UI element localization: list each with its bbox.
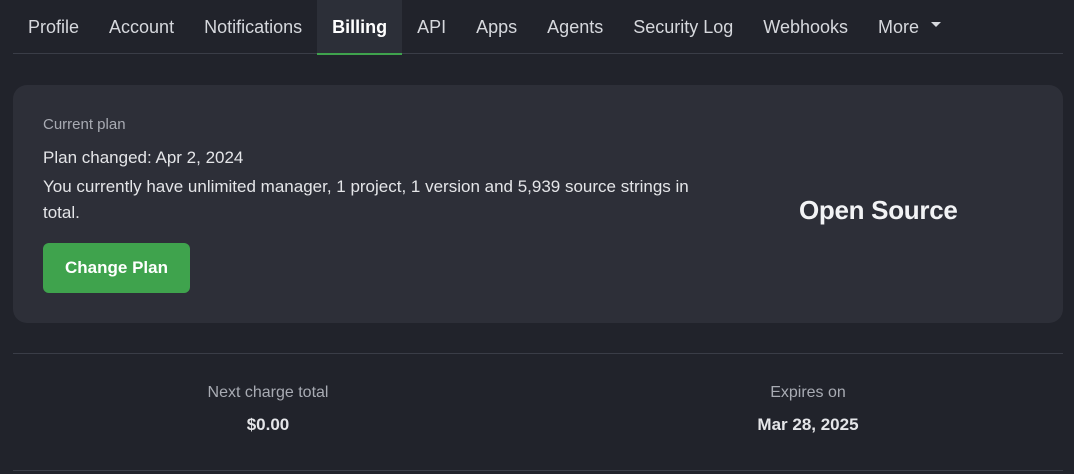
tab-api[interactable]: API bbox=[402, 0, 461, 54]
tab-label: More bbox=[878, 16, 920, 37]
tab-label: Notifications bbox=[204, 16, 303, 37]
settings-tabs: Profile Account Notifications Billing AP… bbox=[13, 0, 1063, 55]
tab-agents[interactable]: Agents bbox=[532, 0, 618, 54]
tab-label: Webhooks bbox=[763, 16, 848, 37]
tab-label: API bbox=[417, 16, 447, 37]
expires-label: Expires on bbox=[770, 384, 846, 401]
tab-label: Apps bbox=[476, 16, 518, 37]
plan-description: You currently have unlimited manager, 1 … bbox=[43, 177, 689, 222]
tab-more-dropdown[interactable]: More bbox=[863, 0, 956, 54]
tab-label: Billing bbox=[332, 16, 388, 37]
next-charge-label: Next charge total bbox=[207, 384, 329, 401]
billing-settings-page: Profile Account Notifications Billing AP… bbox=[0, 0, 1074, 474]
current-plan-label: Current plan bbox=[43, 116, 126, 133]
tab-webhooks[interactable]: Webhooks bbox=[748, 0, 863, 54]
tab-profile[interactable]: Profile bbox=[13, 0, 94, 54]
expires-summary: Expires on Mar 28, 2025 bbox=[658, 384, 958, 435]
tab-notifications[interactable]: Notifications bbox=[189, 0, 317, 54]
tab-security-log[interactable]: Security Log bbox=[618, 0, 748, 54]
change-plan-button[interactable]: Change Plan bbox=[43, 243, 190, 293]
tab-billing[interactable]: Billing bbox=[317, 0, 403, 55]
tab-account[interactable]: Account bbox=[94, 0, 189, 54]
summary-divider-bottom bbox=[13, 470, 1063, 471]
tab-label: Security Log bbox=[633, 16, 734, 37]
tab-label: Account bbox=[109, 16, 175, 37]
next-charge-value: $0.00 bbox=[246, 415, 290, 434]
caret-down-icon bbox=[931, 21, 942, 27]
plan-changed-date: Plan changed: Apr 2, 2024 bbox=[43, 148, 244, 167]
expires-value: Mar 28, 2025 bbox=[757, 415, 859, 434]
tab-label: Agents bbox=[547, 16, 604, 37]
summary-divider-top bbox=[13, 353, 1063, 354]
tab-label: Profile bbox=[28, 16, 80, 37]
next-charge-summary: Next charge total $0.00 bbox=[118, 384, 418, 435]
tab-apps[interactable]: Apps bbox=[461, 0, 532, 54]
current-plan-card: Current plan Plan changed: Apr 2, 2024 Y… bbox=[13, 85, 1063, 323]
plan-name: Open Source bbox=[799, 195, 958, 225]
